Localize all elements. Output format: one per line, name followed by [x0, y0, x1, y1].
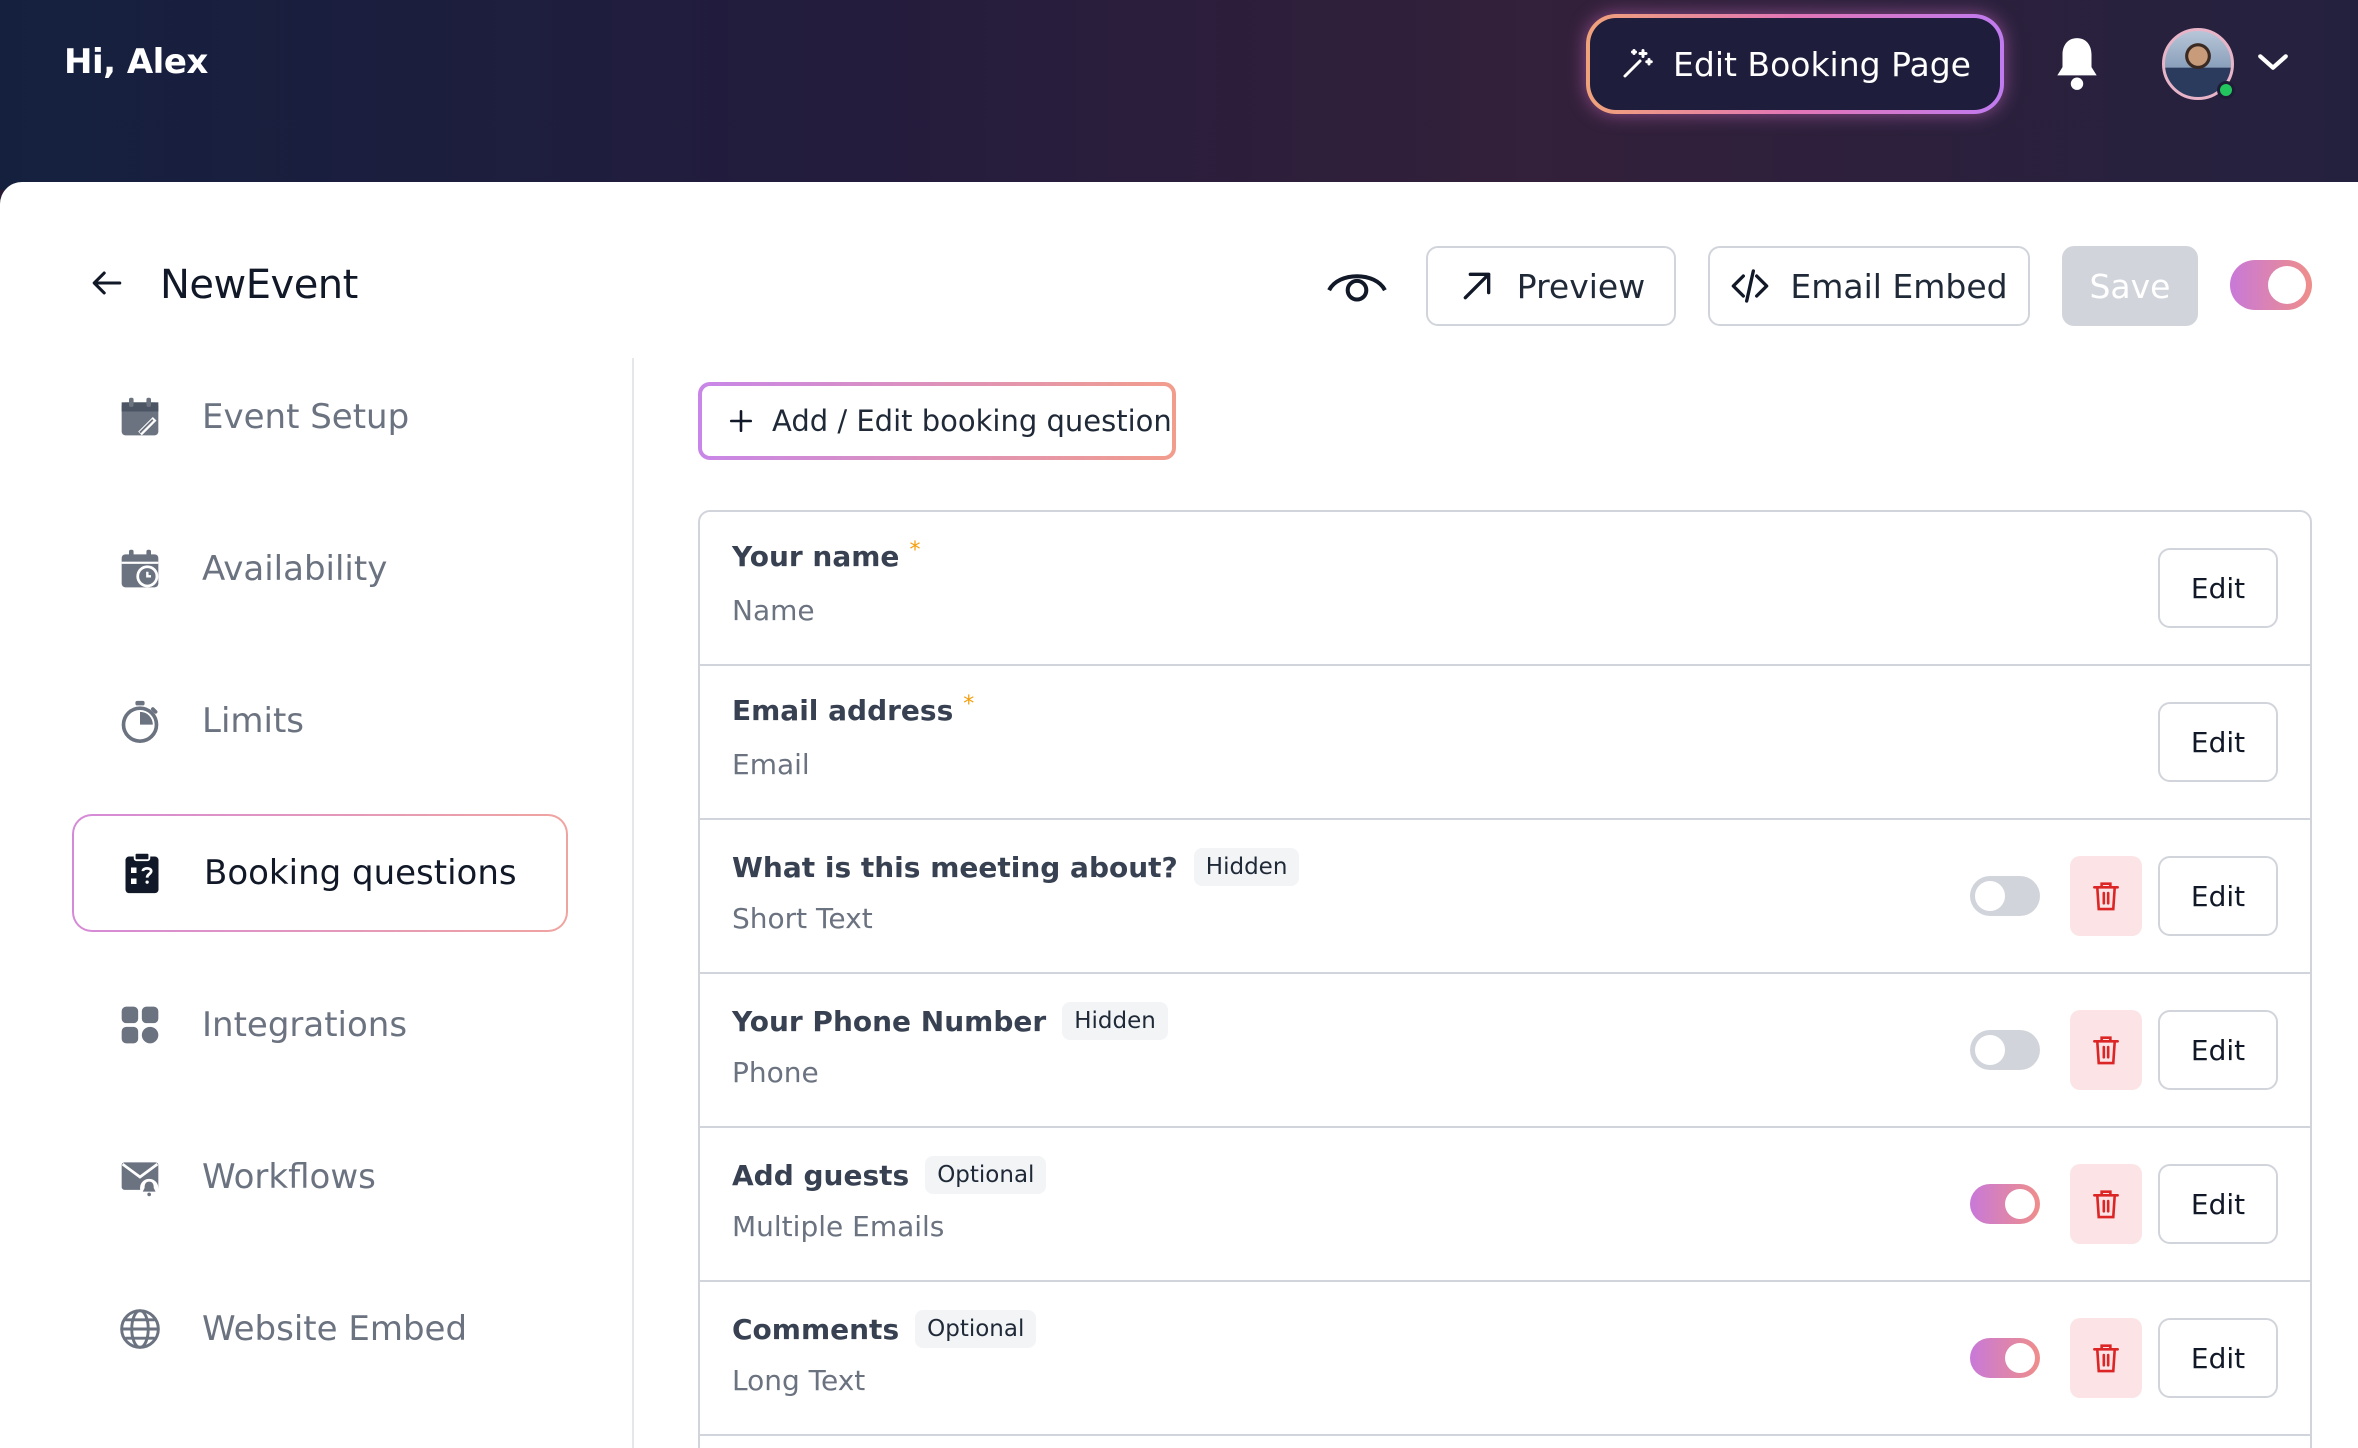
- sidebar-item-integrations[interactable]: Integrations: [72, 966, 568, 1084]
- trash-icon: [2093, 1190, 2119, 1219]
- edit-button[interactable]: Edit: [2158, 548, 2278, 628]
- question-row-meeting-about: What is this meeting about? Hidden Short…: [700, 820, 2310, 974]
- edit-booking-page-label: Edit Booking Page: [1673, 44, 1971, 84]
- preview-label: Preview: [1516, 266, 1646, 306]
- edit-booking-page-button[interactable]: Edit Booking Page: [1586, 14, 2004, 114]
- question-row-add-guests: Add guests Optional Multiple Emails Edit: [700, 1128, 2310, 1282]
- back-arrow-icon[interactable]: [90, 268, 124, 298]
- sidebar-item-label: Integrations: [202, 1005, 408, 1045]
- required-mark: *: [909, 538, 921, 563]
- bell-icon[interactable]: [2052, 34, 2102, 92]
- arrow-up-right-icon: [1463, 272, 1491, 300]
- question-label-group: Comments Optional: [732, 1310, 1037, 1348]
- question-label: Add guests: [732, 1158, 910, 1192]
- sidebar-item-label: Limits: [202, 701, 304, 741]
- greeting-text: Hi, Alex: [64, 42, 208, 82]
- top-header: Hi, Alex Edit Booking Page: [0, 0, 2358, 190]
- status-badge: Hidden: [1193, 848, 1300, 886]
- question-label-group: Add guests Optional: [732, 1156, 1047, 1194]
- edit-button[interactable]: Edit: [2158, 856, 2278, 936]
- sidebar-item-workflows[interactable]: Workflows: [72, 1118, 568, 1236]
- question-type: Short Text: [732, 902, 873, 935]
- delete-button[interactable]: [2070, 856, 2142, 936]
- question-label: Your Phone Number: [732, 1004, 1047, 1038]
- sidebar-item-limits[interactable]: Limits: [72, 662, 568, 780]
- add-edit-booking-question-button[interactable]: Add / Edit booking question: [698, 382, 1176, 460]
- question-label: Your name: [732, 540, 900, 573]
- question-visibility-toggle[interactable]: [1970, 1184, 2040, 1224]
- email-embed-button[interactable]: Email Embed: [1708, 246, 2030, 326]
- delete-button[interactable]: [2070, 1318, 2142, 1398]
- question-label-group: Your Phone Number Hidden: [732, 1002, 1168, 1040]
- edit-button[interactable]: Edit: [2158, 1010, 2278, 1090]
- globe-icon: [120, 1309, 160, 1349]
- question-type: Email: [732, 748, 810, 781]
- main-panel: NewEvent Preview Email Embed Save Event …: [0, 182, 2358, 1448]
- trash-icon: [2093, 1036, 2119, 1065]
- online-status-dot: [2217, 81, 2235, 99]
- required-mark: *: [963, 692, 975, 717]
- clipboard-question-icon: [125, 851, 159, 894]
- sparkle-wand-icon: [1623, 49, 1653, 78]
- eye-icon[interactable]: [1326, 262, 1388, 306]
- edit-button[interactable]: Edit: [2158, 702, 2278, 782]
- edit-button[interactable]: Edit: [2158, 1164, 2278, 1244]
- question-visibility-toggle[interactable]: [1970, 1030, 2040, 1070]
- status-badge: Optional: [915, 1310, 1037, 1348]
- question-type: Name: [732, 594, 815, 627]
- question-row-comments: Comments Optional Long Text Edit: [700, 1282, 2310, 1436]
- question-row-email-address: Email address * Email Edit: [700, 666, 2310, 820]
- booking-questions-list: Your name * Name Edit Email address * Em…: [698, 510, 2312, 1448]
- sidebar-divider: [632, 358, 634, 1448]
- event-enabled-toggle[interactable]: [2230, 260, 2312, 310]
- chevron-down-icon[interactable]: [2256, 50, 2290, 74]
- trash-icon: [2093, 882, 2119, 911]
- sidebar-item-label: Availability: [202, 549, 388, 589]
- event-title: NewEvent: [160, 262, 358, 308]
- code-icon: [1732, 269, 1769, 303]
- question-visibility-toggle[interactable]: [1970, 876, 2040, 916]
- sidebar-item-label: Event Setup: [202, 397, 410, 437]
- trash-icon: [2093, 1344, 2119, 1373]
- status-badge: Hidden: [1062, 1002, 1168, 1040]
- calendar-edit-icon: [121, 397, 159, 436]
- question-type: Phone: [732, 1056, 819, 1089]
- status-badge: Optional: [925, 1156, 1047, 1194]
- question-label-group: Email address *: [732, 692, 975, 727]
- question-row-your-name: Your name * Name Edit: [700, 512, 2310, 666]
- mail-workflow-icon: [121, 1162, 159, 1198]
- add-question-label: Add / Edit booking question: [772, 404, 1172, 438]
- sidebar-item-label: Workflows: [202, 1157, 376, 1197]
- calendar-clock-icon: [121, 549, 159, 588]
- delete-button[interactable]: [2070, 1164, 2142, 1244]
- question-visibility-toggle[interactable]: [1970, 1338, 2040, 1378]
- question-label: Email address: [732, 694, 954, 727]
- preview-button[interactable]: Preview: [1426, 246, 1676, 326]
- question-label: What is this meeting about?: [732, 850, 1178, 884]
- sidebar-item-label: Booking questions: [204, 853, 517, 893]
- sidebar-item-availability[interactable]: Availability: [72, 510, 568, 628]
- sidebar-item-label: Website Embed: [202, 1309, 468, 1349]
- question-type: Multiple Emails: [732, 1210, 945, 1243]
- grid-icon: [121, 1006, 159, 1044]
- email-embed-label: Email Embed: [1790, 266, 2008, 306]
- question-label: Comments: [732, 1312, 900, 1346]
- question-type: Long Text: [732, 1364, 866, 1397]
- sidebar-item-event-setup[interactable]: Event Setup: [72, 358, 568, 476]
- question-label-group: Your name *: [732, 538, 921, 573]
- delete-button[interactable]: [2070, 1010, 2142, 1090]
- question-label-group: What is this meeting about? Hidden: [732, 848, 1300, 886]
- sidebar-item-website-embed[interactable]: Website Embed: [72, 1270, 568, 1388]
- save-button[interactable]: Save: [2062, 246, 2198, 326]
- avatar[interactable]: [2162, 28, 2235, 100]
- stopwatch-icon: [121, 700, 159, 743]
- plus-icon: [729, 409, 753, 433]
- sidebar-item-booking-questions[interactable]: Booking questions: [72, 814, 568, 932]
- edit-button[interactable]: Edit: [2158, 1318, 2278, 1398]
- question-row-phone-number: Your Phone Number Hidden Phone Edit: [700, 974, 2310, 1128]
